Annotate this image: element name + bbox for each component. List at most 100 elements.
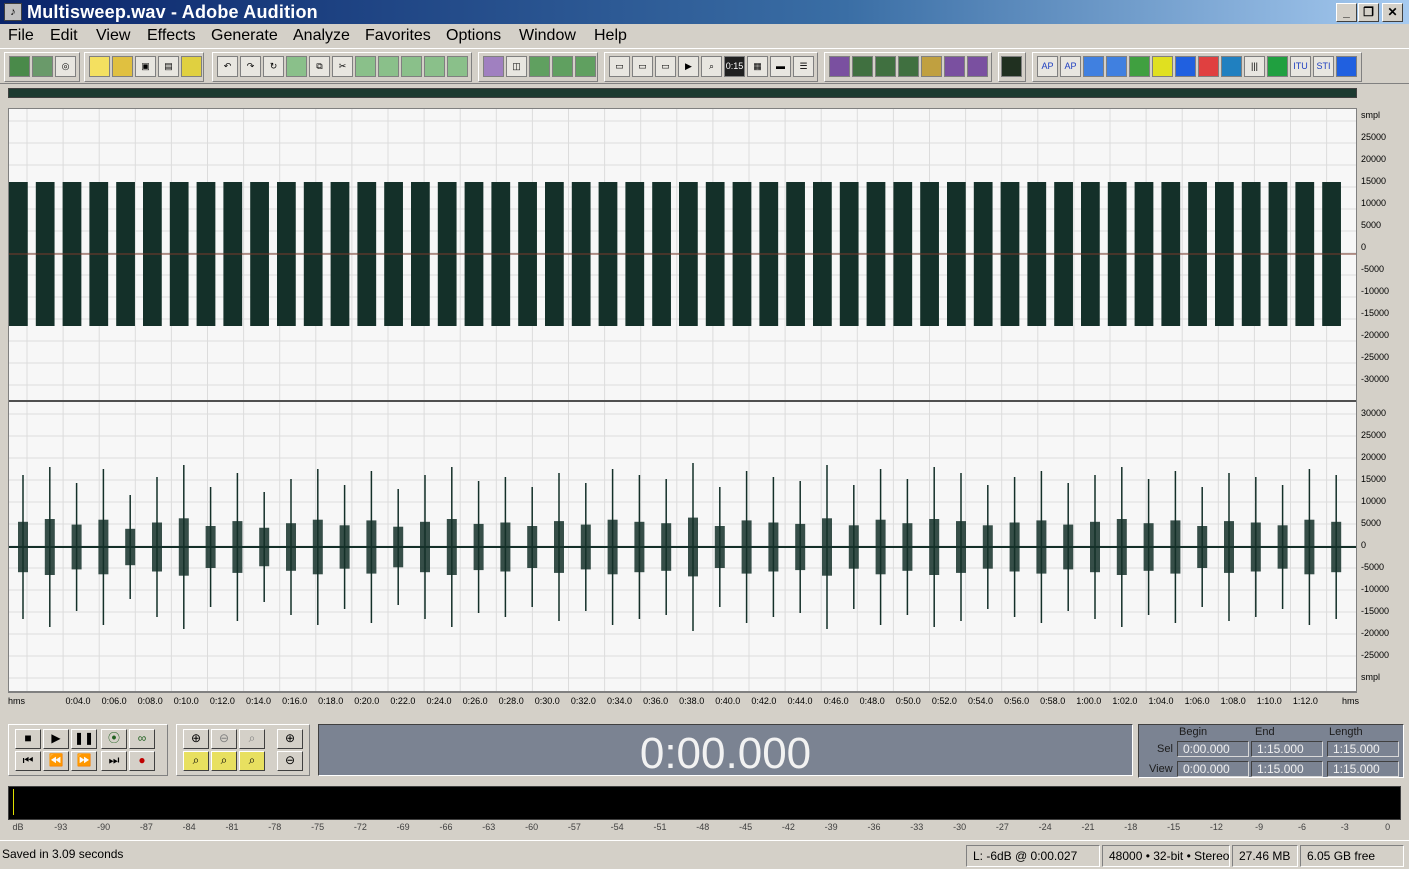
menu-analyze[interactable]: Analyze [293,27,350,45]
envelope-icon[interactable] [944,56,965,77]
play-button[interactable]: ▶ [43,729,69,749]
menu-file[interactable]: File [8,27,34,45]
multitrack-view-icon[interactable] [9,56,30,77]
trim-icon[interactable] [424,56,445,77]
plugin-vb-icon[interactable] [1106,56,1127,77]
plugin-blue-icon[interactable] [1175,56,1196,77]
plugin-stripes-icon[interactable]: ||| [1244,56,1265,77]
level-meters-icon[interactable]: ▬ [770,56,791,77]
transport-window-icon[interactable]: ▶ [678,56,699,77]
amplify-icon[interactable] [829,56,850,77]
play-to-end-button[interactable]: ⦿ [101,729,127,749]
time-label: 1:00.0 [1076,696,1102,706]
view-end-field[interactable]: 1:15.000 [1251,761,1323,777]
zoom-in-vertical-icon[interactable]: ⊕ [277,729,303,749]
phase-display-icon[interactable] [552,56,573,77]
record-button[interactable]: ● [129,751,155,771]
plugin-green-icon[interactable] [1267,56,1288,77]
frequency-analysis-icon[interactable] [1001,56,1022,77]
close-button[interactable]: ✕ [1382,3,1403,22]
sel-end-field[interactable]: 1:15.000 [1251,741,1323,757]
undo-icon[interactable]: ↶ [217,56,238,77]
sel-begin-field[interactable]: 0:00.000 [1177,741,1249,757]
paste-icon[interactable] [355,56,376,77]
click-eliminator-icon[interactable] [898,56,919,77]
plugin-itu-icon[interactable]: ITU [1290,56,1311,77]
plugin-sti-icon[interactable]: STI [1313,56,1334,77]
cut-icon[interactable]: ✂ [332,56,353,77]
loop-button[interactable]: ∞ [129,729,155,749]
zoom-out-vertical-icon[interactable]: ⊖ [277,751,303,771]
pan-display-icon[interactable] [529,56,550,77]
normalize-icon[interactable] [967,56,988,77]
repeat-icon[interactable]: ↻ [263,56,284,77]
edit-view-icon[interactable] [32,56,53,77]
rewind-button[interactable]: ⏪ [43,751,69,771]
save-all-icon[interactable]: ▤ [158,56,179,77]
waveform-overview-bar[interactable] [8,88,1357,98]
plugin-bars-icon[interactable] [1221,56,1242,77]
plugin-yellow-icon[interactable] [1152,56,1173,77]
copy-icon[interactable] [286,56,307,77]
hiss-reduction-icon[interactable] [875,56,896,77]
stop-button[interactable]: ■ [15,729,41,749]
plugin-ap42-icon[interactable]: AP [1060,56,1081,77]
menu-options[interactable]: Options [446,27,501,45]
menu-help[interactable]: Help [594,27,627,45]
time-ruler[interactable]: hms 0:04.0 0:06.0 0:08.0 0:10.0 0:12.0 0:14.0 0… [8,692,1359,708]
save-icon[interactable]: ▣ [135,56,156,77]
new-file-icon[interactable] [89,56,110,77]
audition-app-icon[interactable]: ♪ [4,3,22,21]
minimize-button[interactable]: _ [1336,3,1357,22]
waveform-display[interactable] [8,108,1357,692]
plugin-x-icon[interactable] [1129,56,1150,77]
files-icon[interactable]: ▭ [632,56,653,77]
mix-paste-icon[interactable] [401,56,422,77]
menu-effects[interactable]: Effects [147,27,196,45]
status-bar: Saved in 3.09 seconds L: -6dB @ 0:00.027… [0,840,1409,869]
paste-new-icon[interactable] [378,56,399,77]
graphic-eq-icon[interactable] [921,56,942,77]
menu-generate[interactable]: Generate [211,27,278,45]
save-selection-icon[interactable] [181,56,202,77]
zoom-in-icon[interactable]: ⊕ [183,729,209,749]
effects-window-icon[interactable]: ▭ [655,56,676,77]
go-to-start-button[interactable]: ⏮ [15,751,41,771]
plugin-mq-icon[interactable] [1083,56,1104,77]
time-window-icon[interactable]: 0:15 [724,56,745,77]
view-begin-field[interactable]: 0:00.000 [1177,761,1249,777]
menu-window[interactable]: Window [519,27,576,45]
restore-button[interactable]: ❐ [1358,3,1379,22]
amplitude-label: -20000 [1361,330,1390,340]
spectral-display-icon[interactable]: ◫ [506,56,527,77]
sel-length-field[interactable]: 1:15.000 [1327,741,1399,757]
menu-view[interactable]: View [96,27,130,45]
fast-forward-button[interactable]: ⏩ [71,751,97,771]
cd-view-icon[interactable]: ◎ [55,56,76,77]
pitch-display-icon[interactable] [575,56,596,77]
zoom-selection-icon[interactable]: ⌕ [183,751,209,771]
noise-reduction-icon[interactable] [852,56,873,77]
menu-edit[interactable]: Edit [50,27,78,45]
redo-icon[interactable]: ↷ [240,56,261,77]
open-file-icon[interactable] [112,56,133,77]
delete-silence-icon[interactable] [447,56,468,77]
status-bar-icon[interactable]: ☰ [793,56,814,77]
zoom-window-icon[interactable]: ⌕ [701,56,722,77]
zoom-right-icon[interactable]: ⌕ [239,751,265,771]
selection-window-icon[interactable]: ▦ [747,56,768,77]
plugin-last-icon[interactable] [1336,56,1357,77]
organizer-icon[interactable]: ▭ [609,56,630,77]
menu-favorites[interactable]: Favorites [365,27,431,45]
go-to-end-button[interactable]: ⏭ [101,751,127,771]
plugin-a-icon[interactable]: AP [1037,56,1058,77]
copy-new-icon[interactable]: ⧉ [309,56,330,77]
time-label: 0:56.0 [1004,696,1030,706]
waveform-display-icon[interactable] [483,56,504,77]
zoom-out-icon[interactable]: ⊖ [211,729,237,749]
zoom-full-icon[interactable]: ⌕ [239,729,265,749]
pause-button[interactable]: ❚❚ [71,729,97,749]
zoom-left-icon[interactable]: ⌕ [211,751,237,771]
view-length-field[interactable]: 1:15.000 [1327,761,1399,777]
plugin-red-icon[interactable] [1198,56,1219,77]
